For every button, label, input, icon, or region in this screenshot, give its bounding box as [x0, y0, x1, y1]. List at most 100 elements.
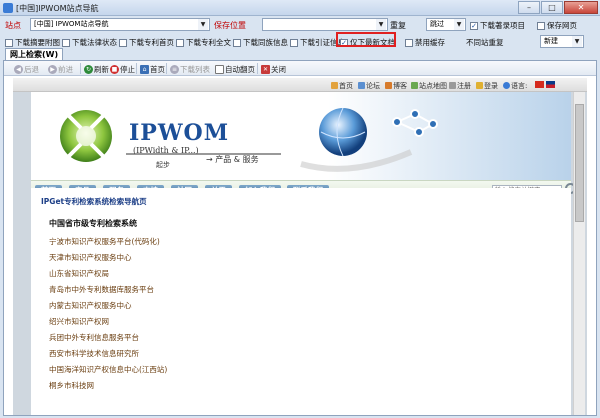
checkbox-label: 下载法律状态 [72, 38, 117, 47]
back-arrow-icon: ◀ [14, 65, 23, 74]
topnav-register[interactable]: 注册 [449, 81, 471, 91]
auto-page-label: 自动翻页 [225, 65, 255, 74]
site-logo-product: → 产品 & 服务 [206, 155, 259, 164]
separator [136, 63, 137, 74]
checkbox-checked-icon: ✓ [470, 21, 478, 30]
new-select[interactable]: 新建 ▼ [540, 35, 584, 48]
save-location-label: 保存位置 [214, 21, 246, 30]
forward-button[interactable]: ▶ 前进 [48, 64, 73, 75]
scrollbar-thumb[interactable] [575, 104, 584, 222]
list-icon: ≡ [170, 65, 179, 74]
list-item[interactable]: 绍兴市知识产权网 [49, 316, 167, 332]
topnav-home[interactable]: 首页 [331, 81, 353, 91]
checkbox-icon [62, 38, 70, 47]
list-item[interactable]: 内蒙古知识产权服务中心 [49, 300, 167, 316]
list-item[interactable]: 桐乡市科技网 [49, 380, 167, 396]
stop-button[interactable]: ■ 停止 [110, 64, 135, 75]
checkbox-label: 禁用缓存 [415, 38, 445, 47]
sitemap-icon [411, 82, 418, 89]
site-logo-text: IPWOM [129, 120, 230, 146]
english-flag-icon[interactable] [546, 81, 555, 88]
site-select-value: [中国] IPWOM站点导航 [34, 20, 109, 28]
skip-select-value: 跳过 [430, 20, 444, 28]
new-select-value: 新建 [544, 37, 558, 45]
home-icon: ⌂ [140, 65, 149, 74]
home-button[interactable]: ⌂ 首页 [140, 64, 165, 75]
download-record-checkbox[interactable]: ✓ 下载著录项目 [470, 20, 525, 31]
topnav-label: 首页 [339, 82, 353, 90]
save-page-checkbox[interactable]: 保存网页 [537, 20, 577, 31]
checkbox-label: 下载摘要附图 [15, 38, 60, 47]
list-item[interactable]: 兵团中外专利信息服务平台 [49, 332, 167, 348]
no-overwrite-label: 不同站重复 [466, 38, 504, 47]
minimize-button[interactable]: – [518, 1, 540, 14]
list-item[interactable]: 宁波市知识产权服务平台(代码化) [49, 236, 167, 252]
list-item[interactable]: 中国海洋知识产权信息中心(江西站) [49, 364, 167, 380]
skip-select[interactable]: 跳过 ▼ [426, 18, 466, 31]
disable-cache-checkbox[interactable]: 禁用缓存 [405, 37, 445, 48]
topnav-language: 语言: [503, 81, 527, 91]
forward-arrow-icon: ▶ [48, 65, 57, 74]
browser-panel: ◀ 后退 ▶ 前进 ↻ 刷新 ■ 停止 ⌂ 首页 ≡ 下载列表 自动翻页 ✕ 关闭 首页 论坛… [3, 60, 597, 416]
topnav-label: 登录 [484, 82, 498, 90]
refresh-button[interactable]: ↻ 刷新 [84, 64, 109, 75]
banner-art [31, 92, 571, 180]
forward-label: 前进 [58, 65, 73, 74]
topnav-label: 注册 [457, 82, 471, 90]
download-list-button[interactable]: ≡ 下载列表 [170, 64, 210, 75]
browser-toolbar: ◀ 后退 ▶ 前进 ↻ 刷新 ■ 停止 ⌂ 首页 ≡ 下载列表 自动翻页 ✕ 关闭 [4, 61, 596, 76]
save-page-label: 保存网页 [547, 21, 577, 30]
china-flag-icon[interactable] [535, 81, 544, 88]
list-item[interactable]: 西安市科学技术信息研究所 [49, 348, 167, 364]
download-abstract-checkbox[interactable]: 下载摘要附图 [5, 37, 60, 48]
checkbox-label: 下载专利首页 [129, 38, 174, 47]
page-title: IPGet专利检索系统检索导航页 [41, 197, 147, 206]
close-tab-button[interactable]: ✕ 关闭 [261, 64, 286, 75]
topnav-label: 论坛 [366, 82, 380, 90]
home-label: 首页 [150, 65, 165, 74]
site-select[interactable]: [中国] IPWOM站点导航 ▼ [30, 18, 210, 31]
download-fulltext-checkbox[interactable]: 下载专利全文 [176, 37, 231, 48]
forum-icon [358, 82, 365, 89]
ipwom-logo-icon [60, 110, 112, 162]
list-item[interactable]: 天津市知识产权服务中心 [49, 252, 167, 268]
download-record-label: 下载著录项目 [480, 21, 525, 30]
checkbox-icon [290, 38, 298, 47]
globe-icon [319, 107, 367, 157]
chevron-down-icon: ▼ [572, 36, 582, 47]
download-front-page-checkbox[interactable]: 下载专利首页 [119, 37, 174, 48]
chevron-down-icon: ▼ [376, 19, 386, 30]
vertical-scrollbar[interactable] [573, 92, 585, 415]
close-window-button[interactable]: ✕ [564, 1, 598, 14]
login-icon [476, 82, 483, 89]
refresh-label: 刷新 [94, 65, 109, 74]
separator [166, 63, 167, 74]
chevron-down-icon: ▼ [198, 19, 208, 30]
site-top-nav: 首页 论坛 博客 站点地图 注册 登录 语言: [13, 78, 587, 92]
save-location-select[interactable]: ▼ [262, 18, 388, 31]
web-content: 首页 论坛 博客 站点地图 注册 登录 语言: IPWOM (IPWidth &… [13, 78, 587, 415]
checkbox-icon [119, 38, 127, 47]
download-family-checkbox[interactable]: 下载同族信息 [233, 37, 288, 48]
back-button[interactable]: ◀ 后退 [14, 64, 39, 75]
download-legal-checkbox[interactable]: 下载法律状态 [62, 37, 117, 48]
chevron-down-icon: ▼ [454, 19, 464, 30]
auto-page-button[interactable]: 自动翻页 [215, 64, 255, 75]
topnav-login[interactable]: 登录 [476, 81, 498, 91]
checkbox-icon [5, 38, 13, 47]
highlight-box [336, 32, 396, 47]
register-icon [449, 82, 456, 89]
checkbox-icon [233, 38, 241, 47]
list-item[interactable]: 山东省知识产权局 [49, 268, 167, 284]
site-logo-start: 起步 [156, 161, 170, 169]
site-label: 站点 [5, 21, 21, 30]
topnav-blog[interactable]: 博客 [385, 81, 407, 91]
separator [80, 63, 81, 74]
list-item[interactable]: 青岛市中外专利数据库服务平台 [49, 284, 167, 300]
topnav-forum[interactable]: 论坛 [358, 81, 380, 91]
site-main: IPGet专利检索系统检索导航页 中国省市级专利检索系统 宁波市知识产权服务平台… [31, 188, 571, 415]
close-icon: ✕ [261, 65, 270, 74]
maximize-button[interactable]: □ [541, 1, 563, 14]
stop-icon: ■ [110, 65, 119, 74]
topnav-sitemap[interactable]: 站点地图 [411, 81, 447, 91]
